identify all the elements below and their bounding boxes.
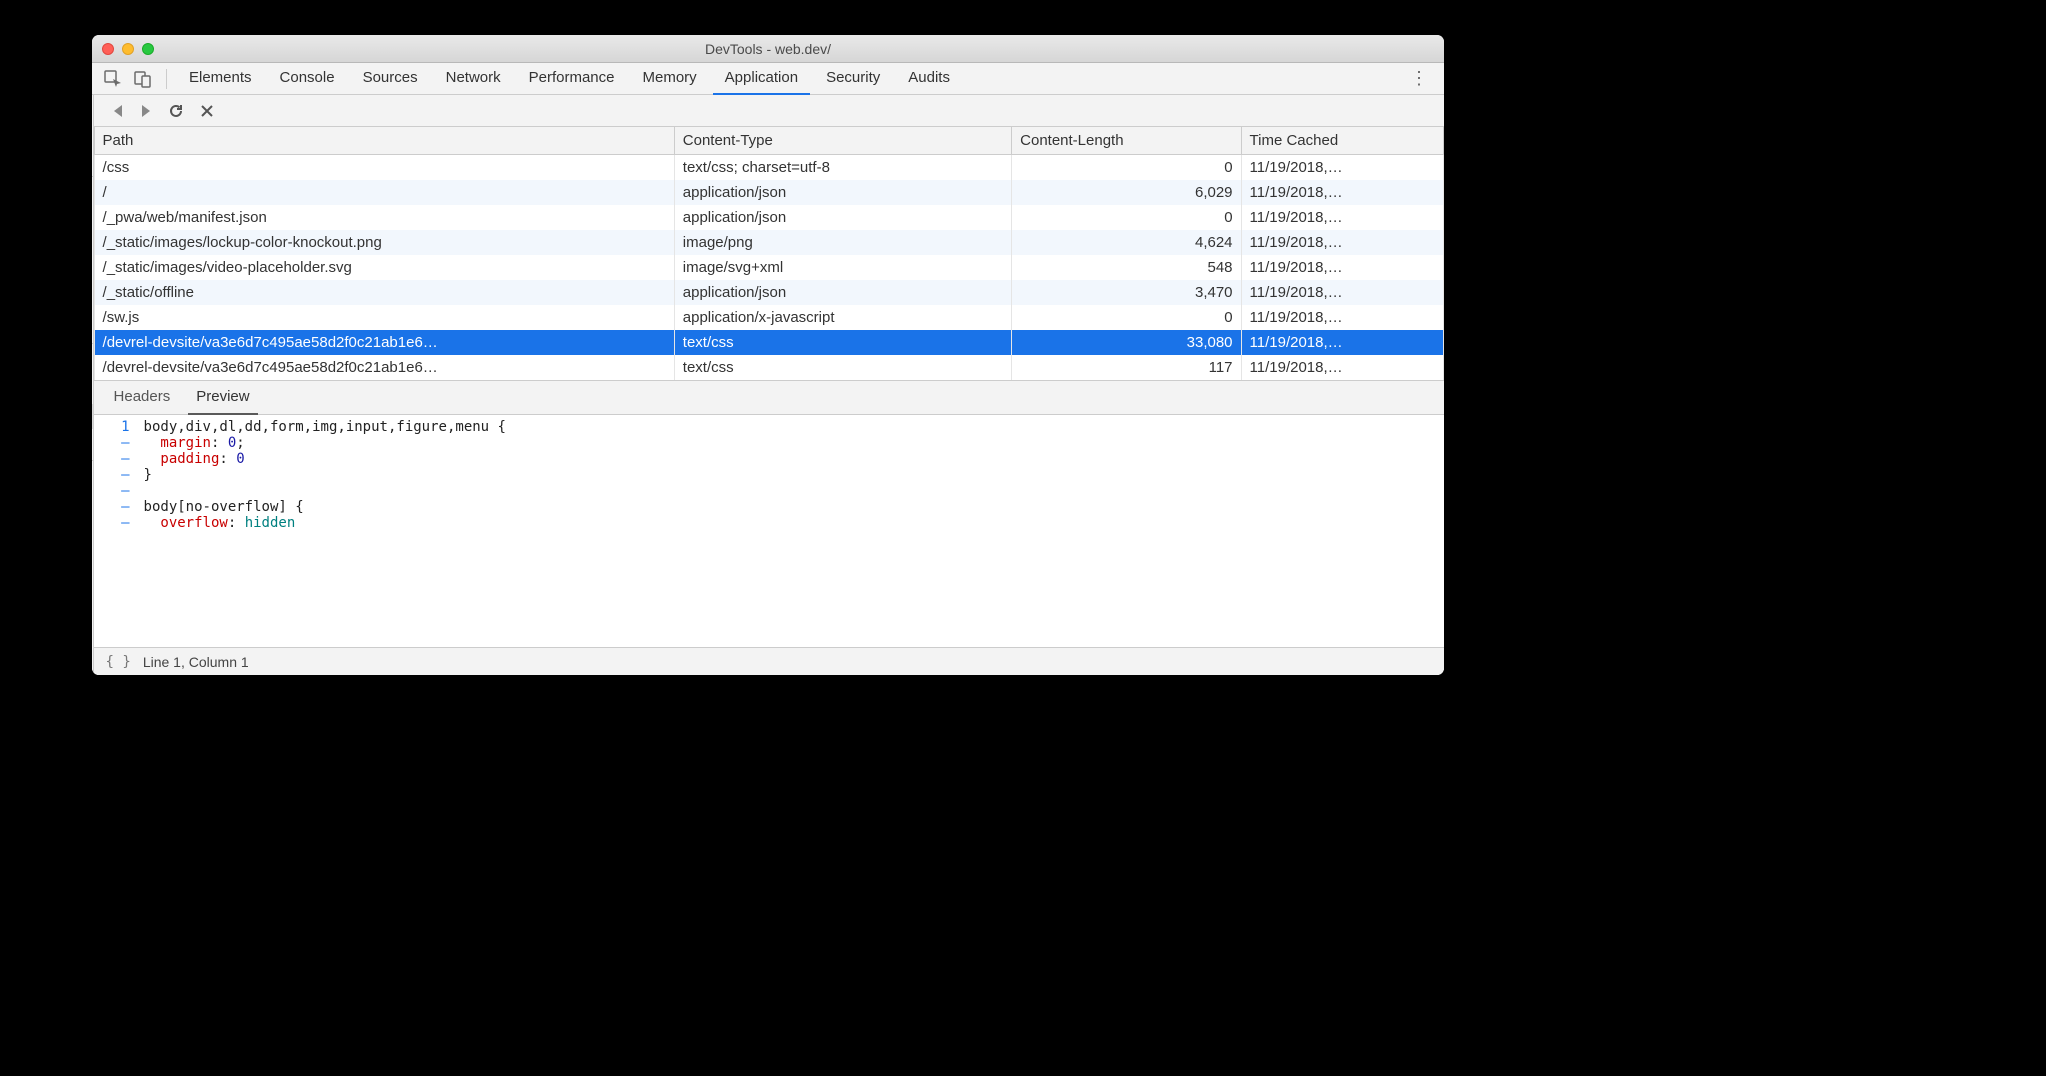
cell-len: 33,080 bbox=[1012, 330, 1241, 355]
cache-toolbar bbox=[94, 95, 1444, 127]
cell-type: application/x-javascript bbox=[674, 305, 1011, 330]
col-time-cached[interactable]: Time Cached bbox=[1241, 127, 1443, 155]
cell-type: application/json bbox=[674, 205, 1011, 230]
cell-time: 11/19/2018,… bbox=[1241, 230, 1443, 255]
tab-elements[interactable]: Elements bbox=[177, 63, 264, 95]
cell-path: /_static/images/lockup-color-knockout.pn… bbox=[94, 230, 674, 255]
window-controls bbox=[92, 43, 154, 55]
inspect-element-icon[interactable] bbox=[100, 66, 126, 92]
cell-type: text/css bbox=[674, 330, 1011, 355]
cell-time: 11/19/2018,… bbox=[1241, 180, 1443, 205]
refresh-icon[interactable] bbox=[168, 103, 184, 119]
table-row[interactable]: /devrel-devsite/va3e6d7c495ae58d2f0c21ab… bbox=[94, 330, 1443, 355]
tab-security[interactable]: Security bbox=[814, 63, 892, 95]
window-title: DevTools - web.dev/ bbox=[92, 41, 1444, 57]
more-options-icon[interactable]: ⋮ bbox=[1400, 68, 1436, 89]
separator bbox=[166, 69, 167, 89]
cache-storage-pane: Path Content-Type Content-Length Time Ca… bbox=[94, 95, 1444, 675]
table-row[interactable]: /_pwa/web/manifest.jsonapplication/json0… bbox=[94, 205, 1443, 230]
col-content-type[interactable]: Content-Type bbox=[674, 127, 1011, 155]
cell-len: 0 bbox=[1012, 205, 1241, 230]
cell-type: text/css; charset=utf-8 bbox=[674, 155, 1011, 181]
cell-path: /css bbox=[94, 155, 674, 181]
table-row[interactable]: /application/json6,02911/19/2018,… bbox=[94, 180, 1443, 205]
cell-time: 11/19/2018,… bbox=[1241, 155, 1443, 181]
devtools-window: DevTools - web.dev/ Elements Console Sou… bbox=[92, 35, 1444, 675]
maximize-window-button[interactable] bbox=[142, 43, 154, 55]
cell-path: /sw.js bbox=[94, 305, 674, 330]
cell-len: 548 bbox=[1012, 255, 1241, 280]
tab-performance[interactable]: Performance bbox=[517, 63, 627, 95]
detail-tab-headers[interactable]: Headers bbox=[106, 381, 179, 415]
close-window-button[interactable] bbox=[102, 43, 114, 55]
device-mode-icon[interactable] bbox=[130, 66, 156, 92]
tab-sources[interactable]: Sources bbox=[351, 63, 430, 95]
pretty-print-icon[interactable]: { } bbox=[106, 654, 131, 670]
cell-time: 11/19/2018,… bbox=[1241, 305, 1443, 330]
cell-len: 117 bbox=[1012, 355, 1241, 380]
code-content[interactable]: body,div,dl,dd,form,img,input,figure,men… bbox=[138, 415, 1444, 647]
status-bar: { } Line 1, Column 1 bbox=[94, 647, 1444, 675]
cell-path: /devrel-devsite/va3e6d7c495ae58d2f0c21ab… bbox=[94, 355, 674, 380]
cell-type: image/png bbox=[674, 230, 1011, 255]
table-row[interactable]: /_static/images/video-placeholder.svgima… bbox=[94, 255, 1443, 280]
table-row[interactable]: /sw.jsapplication/x-javascript011/19/201… bbox=[94, 305, 1443, 330]
panel-tabbar: Elements Console Sources Network Perform… bbox=[92, 63, 1444, 95]
cell-time: 11/19/2018,… bbox=[1241, 280, 1443, 305]
nav-forward-icon[interactable] bbox=[140, 104, 152, 118]
col-path[interactable]: Path bbox=[94, 127, 674, 155]
delete-icon[interactable] bbox=[200, 104, 214, 118]
cell-time: 11/19/2018,… bbox=[1241, 355, 1443, 380]
cell-type: application/json bbox=[674, 180, 1011, 205]
nav-back-icon[interactable] bbox=[112, 104, 124, 118]
tab-memory[interactable]: Memory bbox=[631, 63, 709, 95]
cell-len: 0 bbox=[1012, 305, 1241, 330]
cursor-position: Line 1, Column 1 bbox=[143, 654, 249, 670]
cell-len: 3,470 bbox=[1012, 280, 1241, 305]
cell-type: image/svg+xml bbox=[674, 255, 1011, 280]
tab-network[interactable]: Network bbox=[434, 63, 513, 95]
cache-table: Path Content-Type Content-Length Time Ca… bbox=[94, 127, 1444, 381]
cell-type: text/css bbox=[674, 355, 1011, 380]
cell-path: /_pwa/web/manifest.json bbox=[94, 205, 674, 230]
tab-application[interactable]: Application bbox=[713, 63, 810, 95]
table-row[interactable]: /_static/images/lockup-color-knockout.pn… bbox=[94, 230, 1443, 255]
main-area: Manifest Service Workers Clear storage S… bbox=[92, 95, 1444, 675]
col-content-length[interactable]: Content-Length bbox=[1012, 127, 1241, 155]
cell-len: 4,624 bbox=[1012, 230, 1241, 255]
cell-path: /_static/images/video-placeholder.svg bbox=[94, 255, 674, 280]
cell-time: 11/19/2018,… bbox=[1241, 205, 1443, 230]
tab-audits[interactable]: Audits bbox=[896, 63, 962, 95]
table-row[interactable]: /devrel-devsite/va3e6d7c495ae58d2f0c21ab… bbox=[94, 355, 1443, 380]
preview-code: 1–––––– body,div,dl,dd,form,img,input,fi… bbox=[94, 415, 1444, 647]
titlebar: DevTools - web.dev/ bbox=[92, 35, 1444, 63]
detail-tab-preview[interactable]: Preview bbox=[188, 381, 257, 415]
detail-tabs: Headers Preview bbox=[94, 381, 1444, 415]
cell-time: 11/19/2018,… bbox=[1241, 255, 1443, 280]
cell-len: 6,029 bbox=[1012, 180, 1241, 205]
cell-len: 0 bbox=[1012, 155, 1241, 181]
cell-time: 11/19/2018,… bbox=[1241, 330, 1443, 355]
cell-path: / bbox=[94, 180, 674, 205]
table-row[interactable]: /_static/offlineapplication/json3,47011/… bbox=[94, 280, 1443, 305]
cell-type: application/json bbox=[674, 280, 1011, 305]
line-gutter: 1–––––– bbox=[94, 415, 138, 647]
cell-path: /devrel-devsite/va3e6d7c495ae58d2f0c21ab… bbox=[94, 330, 674, 355]
minimize-window-button[interactable] bbox=[122, 43, 134, 55]
cell-path: /_static/offline bbox=[94, 280, 674, 305]
table-row[interactable]: /csstext/css; charset=utf-8011/19/2018,… bbox=[94, 155, 1443, 181]
tab-console[interactable]: Console bbox=[268, 63, 347, 95]
